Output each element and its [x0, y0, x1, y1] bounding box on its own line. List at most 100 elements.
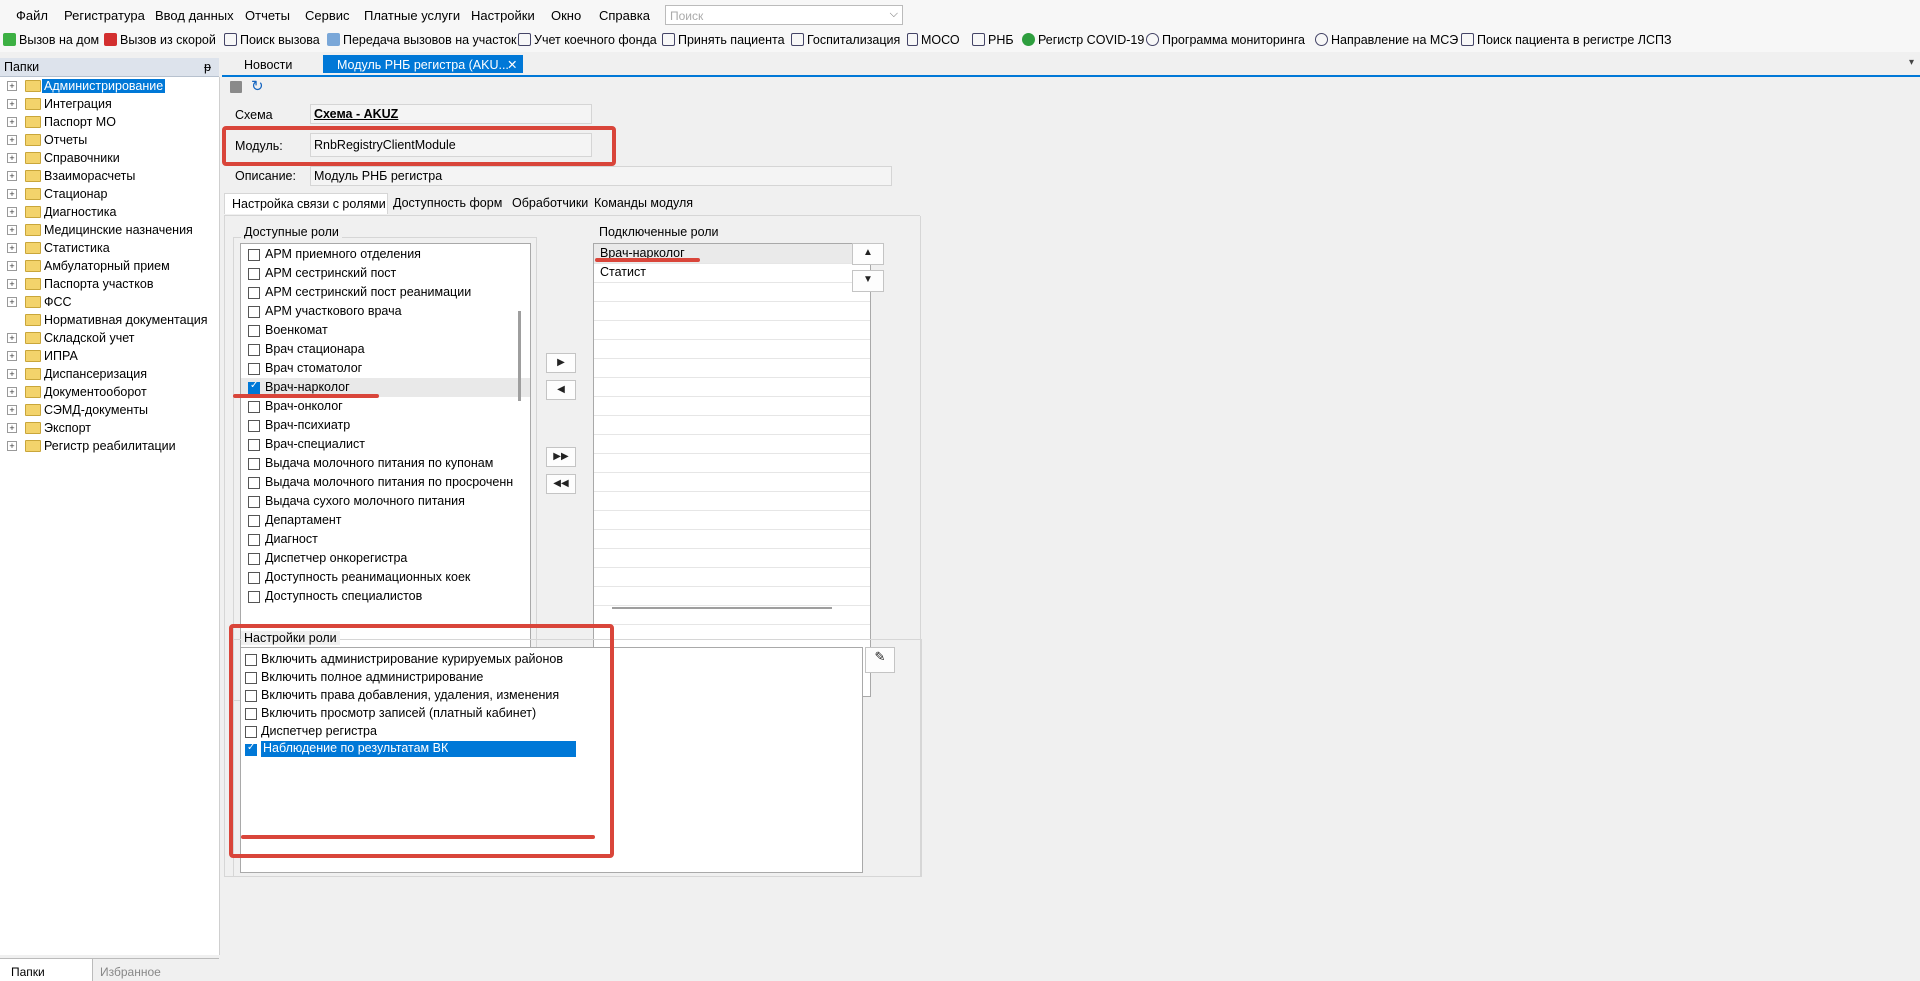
tree-item[interactable]: + Администрирование — [0, 77, 219, 95]
menu-data-entry[interactable]: Ввод данных — [155, 8, 234, 23]
menu-window[interactable]: Окно — [551, 8, 581, 23]
toolbar-home-visit-button[interactable]: Вызов на дом — [3, 33, 99, 47]
role-checkbox[interactable] — [248, 380, 260, 394]
toolbar-lspz-button[interactable]: Поиск пациента в регистре ЛСПЗ — [1461, 33, 1672, 47]
role-checkbox[interactable] — [248, 420, 260, 432]
role-checkbox[interactable] — [248, 534, 260, 546]
available-role-item[interactable]: Выдача молочного питания по купонам — [241, 454, 530, 473]
tab-favorites[interactable]: Избранное — [100, 965, 161, 979]
tree-item[interactable]: + Интеграция — [0, 95, 219, 113]
toolbar-mse-button[interactable]: Направление на МСЭ — [1315, 33, 1458, 47]
tree-item[interactable]: + Складской учет — [0, 329, 219, 347]
available-role-item[interactable]: Департамент — [241, 511, 530, 530]
move-all-left-button[interactable]: ◀◀ — [546, 474, 576, 494]
expand-icon[interactable]: + — [7, 261, 17, 271]
available-role-item[interactable]: АРМ приемного отделения — [241, 245, 530, 264]
tree-item[interactable]: + Справочники — [0, 149, 219, 167]
role-checkbox[interactable] — [248, 477, 260, 489]
role-checkbox[interactable] — [248, 515, 260, 527]
available-role-item[interactable]: Диспетчер онкорегистра — [241, 549, 530, 568]
tree-item[interactable]: + Медицинские назначения — [0, 221, 219, 239]
tree-item[interactable]: + Экспорт — [0, 419, 219, 437]
toolbar-bed-fund-button[interactable]: Учет коечного фонда — [518, 33, 657, 47]
toolbar-covid-button[interactable]: Регистр COVID-19 — [1022, 33, 1144, 47]
menu-reports[interactable]: Отчеты — [245, 8, 290, 23]
chevron-down-icon[interactable]: ⌵ — [890, 8, 898, 21]
available-role-item[interactable]: Врач-онколог — [241, 397, 530, 416]
move-down-button[interactable]: ▼ — [852, 270, 884, 292]
expand-icon[interactable]: + — [7, 297, 17, 307]
available-roles-scrollbar[interactable] — [518, 311, 521, 401]
expand-icon[interactable]: + — [7, 423, 17, 433]
role-checkbox[interactable] — [248, 572, 260, 584]
expand-icon[interactable]: + — [7, 387, 17, 397]
toolbar-rnb-button[interactable]: РНБ — [972, 33, 1014, 47]
tree-item[interactable]: + Стационар — [0, 185, 219, 203]
move-all-right-button[interactable]: ▶▶ — [546, 447, 576, 467]
expand-icon[interactable]: + — [7, 279, 17, 289]
expand-icon[interactable]: + — [7, 81, 17, 91]
toolbar-accept-patient-button[interactable]: Принять пациента — [662, 33, 785, 47]
tree-item[interactable]: + Амбулаторный прием — [0, 257, 219, 275]
available-role-item[interactable]: Врач стационара — [241, 340, 530, 359]
pencil-icon[interactable]: ✎ — [865, 647, 895, 673]
menu-help[interactable]: Справка — [599, 8, 650, 23]
role-checkbox[interactable] — [248, 344, 260, 356]
toolbar-ambulance-button[interactable]: Вызов из скорой — [104, 33, 216, 47]
menu-service[interactable]: Сервис — [305, 8, 350, 23]
available-role-item[interactable]: АРМ участкового врача — [241, 302, 530, 321]
tab-rnb-module[interactable]: Модуль РНБ регистра (AKU... ✕ — [323, 55, 523, 73]
expand-icon[interactable]: + — [7, 333, 17, 343]
expand-icon[interactable]: + — [7, 243, 17, 253]
expand-icon[interactable]: + — [7, 117, 17, 127]
role-checkbox[interactable] — [248, 325, 260, 337]
tree-item[interactable]: + Взаиморасчеты — [0, 167, 219, 185]
expand-icon[interactable]: + — [7, 369, 17, 379]
tree-item[interactable]: Нормативная документация — [0, 311, 219, 329]
search-input[interactable]: Поиск ⌵ — [665, 5, 903, 25]
expand-icon[interactable]: + — [7, 441, 17, 451]
tab-form-availability[interactable]: Доступность форм — [388, 193, 506, 213]
menu-settings[interactable]: Настройки — [471, 8, 535, 23]
connected-roles-hscrollbar[interactable] — [612, 607, 832, 609]
toolbar-search-call-button[interactable]: Поиск вызова — [224, 33, 320, 47]
expand-icon[interactable]: + — [7, 153, 17, 163]
role-checkbox[interactable] — [248, 496, 260, 508]
available-role-item[interactable]: Военкомат — [241, 321, 530, 340]
role-checkbox[interactable] — [248, 439, 260, 451]
role-checkbox[interactable] — [248, 268, 260, 280]
expand-icon[interactable]: + — [7, 207, 17, 217]
available-role-item[interactable]: Врач-психиатр — [241, 416, 530, 435]
toolbar-moso-button[interactable]: МОСО — [907, 33, 960, 47]
tab-news[interactable]: Новости — [222, 55, 322, 73]
description-field[interactable]: Модуль РНБ регистра — [310, 166, 892, 186]
available-role-item[interactable]: Выдача сухого молочного питания — [241, 492, 530, 511]
tree-item[interactable]: + Диспансеризация — [0, 365, 219, 383]
role-checkbox[interactable] — [248, 306, 260, 318]
expand-icon[interactable]: + — [7, 135, 17, 145]
tree-item[interactable]: + ФСС — [0, 293, 219, 311]
toolbar-transfer-calls-button[interactable]: Передача вызовов на участок — [327, 33, 517, 47]
tab-module-commands[interactable]: Команды модуля — [590, 193, 700, 213]
connected-roles-list[interactable]: Врач-нарколог Статист — [593, 243, 871, 697]
tab-folders[interactable]: Папки — [0, 959, 93, 981]
menu-file[interactable]: Файл — [16, 8, 48, 23]
tree-item[interactable]: + ИПРА — [0, 347, 219, 365]
role-checkbox[interactable] — [248, 287, 260, 299]
tree-item[interactable]: + Паспорта участков — [0, 275, 219, 293]
tab-role-links[interactable]: Настройка связи с ролями — [224, 193, 388, 214]
toolbar-monitoring-button[interactable]: Программа мониторинга — [1146, 33, 1305, 47]
expand-icon[interactable]: + — [7, 225, 17, 235]
refresh-icon[interactable]: ↻ — [251, 77, 264, 95]
role-checkbox[interactable] — [248, 553, 260, 565]
save-icon[interactable] — [230, 81, 242, 93]
role-checkbox[interactable] — [248, 249, 260, 261]
role-checkbox[interactable] — [248, 458, 260, 470]
role-checkbox[interactable] — [248, 363, 260, 375]
available-role-item[interactable]: АРМ сестринский пост — [241, 264, 530, 283]
tree-item[interactable]: + Паспорт МО — [0, 113, 219, 131]
role-checkbox[interactable] — [248, 401, 260, 413]
expand-icon[interactable]: + — [7, 99, 17, 109]
tree-item[interactable]: + Документооборот — [0, 383, 219, 401]
tree-item[interactable]: + Диагностика — [0, 203, 219, 221]
